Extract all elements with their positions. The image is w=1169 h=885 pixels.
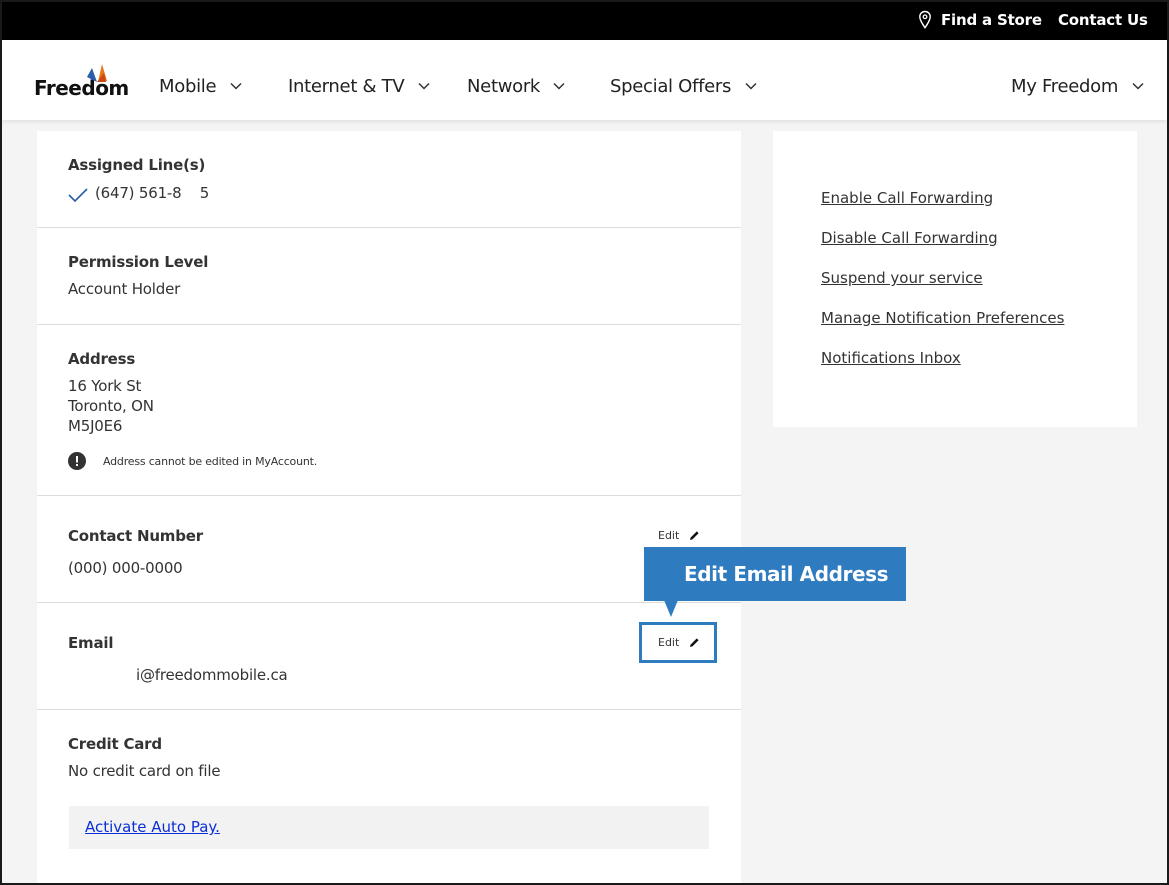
notification-preferences-link[interactable]: Manage Notification Preferences: [821, 309, 1064, 327]
disable-call-forwarding-link[interactable]: Disable Call Forwarding: [821, 229, 998, 247]
nav-network-label: Network: [467, 76, 541, 97]
logo-text: Freedom: [34, 76, 129, 100]
annotation-callout-pointer: [664, 600, 678, 617]
address-line-3: M5J0E6: [68, 417, 123, 435]
address-notice: Address cannot be edited in MyAccount.: [103, 455, 318, 468]
info-alert-icon: [68, 452, 86, 470]
assigned-line-number: (647) 561-8 5: [95, 184, 210, 202]
address-section: Address 16 York St Toronto, ON M5J0E6 Ad…: [37, 325, 741, 496]
credit-card-label: Credit Card: [68, 735, 162, 753]
nav-internet-tv-label: Internet & TV: [288, 76, 405, 97]
credit-card-value: No credit card on file: [68, 762, 221, 780]
assigned-lines-label: Assigned Line(s): [68, 156, 206, 174]
nav-internet-tv[interactable]: Internet & TV: [288, 76, 430, 97]
address-line-2: Toronto, ON: [68, 397, 154, 415]
address-label: Address: [68, 350, 136, 368]
nav-my-freedom[interactable]: My Freedom: [1011, 76, 1144, 97]
assigned-lines-section: Assigned Line(s) (647) 561-8 5: [37, 131, 741, 228]
email-value: i@freedommobile.ca: [136, 666, 288, 684]
profile-card: Assigned Line(s) (647) 561-8 5 Permissio…: [37, 131, 741, 885]
suspend-service-link[interactable]: Suspend your service: [821, 269, 983, 287]
nav-mobile-label: Mobile: [159, 76, 217, 97]
permission-value: Account Holder: [68, 280, 181, 298]
contact-number-section: Contact Number (000) 000-0000 Edit: [37, 496, 741, 603]
nav-mobile[interactable]: Mobile: [159, 76, 242, 97]
autopay-banner: Activate Auto Pay.: [69, 806, 709, 849]
find-store-link[interactable]: Find a Store: [941, 11, 1042, 29]
freedom-logo[interactable]: Freedom: [34, 64, 130, 100]
nav-special-offers[interactable]: Special Offers: [610, 76, 757, 97]
contact-number-value: (000) 000-0000: [68, 559, 183, 577]
edit-label: Edit: [658, 529, 680, 542]
email-label: Email: [68, 634, 114, 652]
annotation-highlight-box: [639, 622, 717, 663]
chevron-down-icon: [744, 82, 757, 90]
pencil-icon[interactable]: [689, 530, 700, 541]
edit-contact-number-button[interactable]: Edit: [658, 529, 679, 542]
nav-my-freedom-label: My Freedom: [1011, 76, 1119, 97]
chevron-down-icon: [553, 82, 566, 90]
annotation-callout-text: Edit Email Address: [684, 562, 889, 586]
contact-us-link[interactable]: Contact Us: [1058, 11, 1148, 29]
chevron-down-icon: [230, 82, 242, 90]
utility-bar: Find a Store Contact Us: [0, 0, 1169, 40]
checkmark-icon: [68, 188, 88, 202]
logo-wing-icon: [87, 64, 107, 82]
credit-card-section: Credit Card No credit card on file: [37, 710, 741, 885]
enable-call-forwarding-link[interactable]: Enable Call Forwarding: [821, 189, 993, 207]
activate-autopay-link[interactable]: Activate Auto Pay.: [85, 818, 220, 836]
permission-section: Permission Level Account Holder: [37, 228, 741, 325]
map-pin-icon: [919, 10, 931, 29]
chevron-down-icon: [418, 82, 430, 90]
chevron-down-icon: [1131, 82, 1144, 90]
contact-number-label: Contact Number: [68, 527, 203, 545]
address-line-1: 16 York St: [68, 377, 142, 395]
nav-network[interactable]: Network: [467, 76, 566, 97]
main-header: Freedom Mobile Internet & TV Network Spe…: [2, 40, 1167, 120]
email-section: Email i@freedommobile.ca Edit: [37, 603, 741, 710]
annotation-callout: Edit Email Address: [644, 547, 906, 601]
notifications-inbox-link[interactable]: Notifications Inbox: [821, 349, 961, 367]
permission-label: Permission Level: [68, 253, 209, 271]
service-links-card: Enable Call Forwarding Disable Call Forw…: [773, 131, 1137, 427]
nav-special-offers-label: Special Offers: [610, 76, 732, 97]
